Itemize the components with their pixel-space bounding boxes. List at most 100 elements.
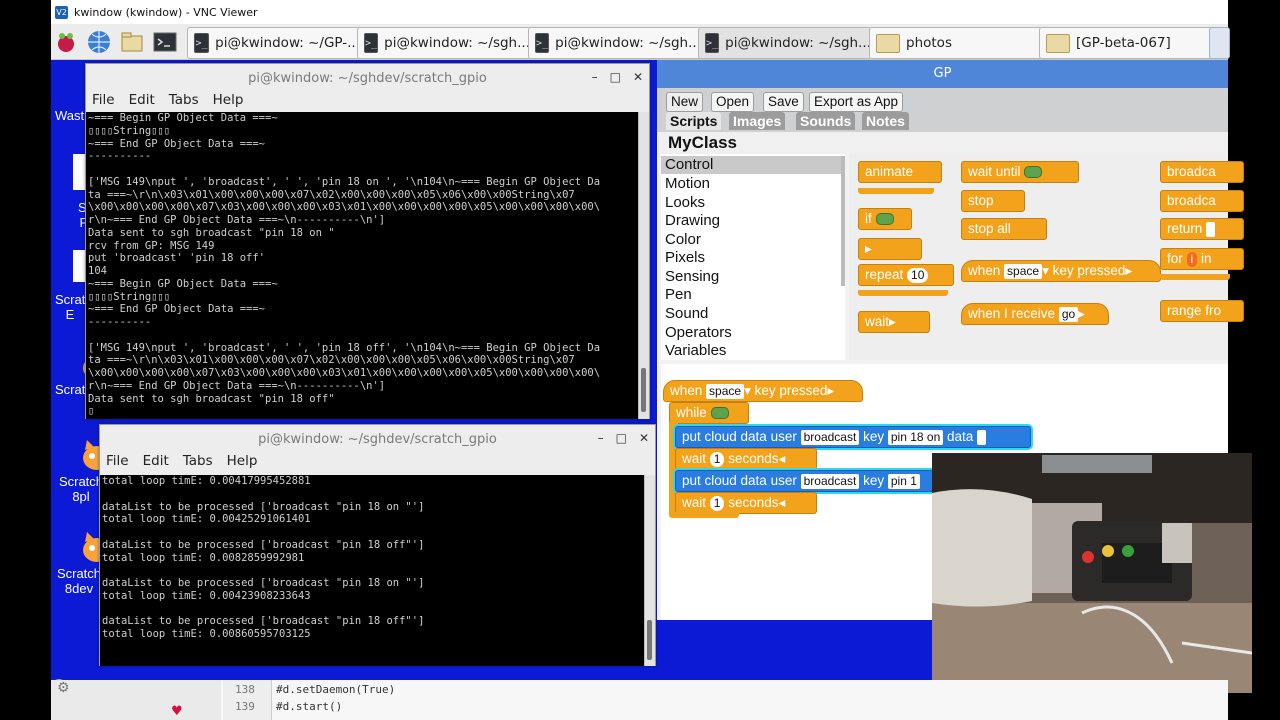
block-range[interactable]: range fro (1160, 300, 1244, 322)
script-wait-2[interactable]: wait 1 seconds◂ (675, 492, 817, 514)
menu-tabs[interactable]: Tabs (183, 453, 213, 475)
task-photos[interactable]: photos (869, 27, 1043, 59)
terminal-launcher-icon[interactable] (152, 29, 178, 55)
task-terminal-4[interactable]: >_ pi@kwindow: ~/sgh... (698, 27, 872, 59)
menu-help[interactable]: Help (213, 92, 244, 114)
user-input[interactable]: broadcast (800, 473, 860, 489)
key-input[interactable]: pin 18 on (887, 429, 944, 445)
block-label: wait (865, 314, 890, 329)
menu-edit[interactable]: Edit (143, 453, 169, 475)
tab-sounds[interactable]: Sounds (796, 112, 856, 130)
menu-help[interactable]: Help (227, 453, 258, 475)
block-broadcast[interactable]: broadca (1160, 161, 1244, 183)
seconds-input[interactable]: 1 (709, 451, 725, 467)
for-variable[interactable]: i (1186, 251, 1198, 267)
desktop-label[interactable]: Wast (55, 108, 84, 123)
menu-edit[interactable]: Edit (129, 92, 155, 114)
data-input[interactable] (977, 429, 987, 445)
category-sensing[interactable]: Sensing (661, 268, 843, 286)
task-label: [GP-beta-067] (1076, 35, 1171, 51)
menu-tabs[interactable]: Tabs (169, 92, 199, 114)
category-variables[interactable]: Variables (661, 342, 843, 360)
close-icon[interactable]: ✕ (639, 431, 649, 445)
block-if[interactable]: if (858, 208, 912, 230)
task-gp-beta[interactable]: [GP-beta-067] (1039, 27, 1213, 59)
terminal-output[interactable]: total loop timE: 0.00417995452881 dataLi… (100, 475, 647, 666)
block-stop-all[interactable]: stop all (961, 218, 1047, 240)
block-wait[interactable]: wait▸ (858, 311, 930, 333)
minimize-icon[interactable]: – (598, 431, 604, 445)
gear-icon[interactable]: ⚙ (57, 680, 70, 696)
script-when-key-pressed[interactable]: when space ▾ key pressed▸ (663, 380, 863, 402)
open-button[interactable]: Open (711, 92, 755, 112)
toggle-icon (1024, 166, 1043, 179)
tab-notes[interactable]: Notes (862, 112, 909, 130)
category-motion[interactable]: Motion (661, 175, 843, 193)
block-stop[interactable]: stop (961, 190, 1025, 212)
scrollbar[interactable] (644, 475, 655, 666)
seconds-input[interactable]: 1 (709, 495, 725, 511)
key-dropdown[interactable]: space (1004, 263, 1043, 279)
close-icon[interactable]: ✕ (633, 70, 643, 84)
desktop-label[interactable]: Scrat (55, 382, 85, 397)
category-looks[interactable]: Looks (661, 194, 843, 212)
script-while[interactable]: while (669, 402, 749, 424)
block-label: broadca (1167, 164, 1216, 179)
raspberry-menu-icon[interactable] (53, 29, 79, 55)
script-put-cloud-data-2[interactable]: put cloud data user broadcast key pin 1 (675, 470, 951, 492)
desktop-label[interactable]: Scrat E (55, 292, 85, 322)
repeat-count[interactable]: 10 (907, 267, 929, 283)
export-app-button[interactable]: Export as App (809, 92, 904, 112)
category-pixels[interactable]: Pixels (661, 249, 843, 267)
key-dropdown[interactable]: space (706, 383, 745, 399)
return-slot[interactable] (1206, 221, 1216, 237)
heart-icon[interactable]: ♥ (171, 704, 183, 719)
key-input[interactable]: pin 1 (887, 473, 920, 489)
minimize-icon[interactable]: – (592, 70, 598, 84)
save-button[interactable]: Save (763, 92, 804, 112)
task-overflow[interactable] (1209, 27, 1230, 59)
tab-images[interactable]: Images (729, 112, 786, 130)
block-when-key-pressed[interactable]: when space ▾ key pressed▸ (961, 260, 1161, 282)
block-repeat[interactable]: repeat 10 (858, 264, 954, 286)
category-sound[interactable]: Sound (661, 305, 843, 323)
code-line[interactable]: #d.start() (276, 700, 342, 713)
web-browser-icon[interactable] (86, 29, 112, 55)
scrollbar-thumb[interactable] (641, 368, 646, 412)
maximize-icon[interactable]: □ (616, 431, 627, 445)
category-drawing[interactable]: Drawing (661, 212, 843, 230)
menu-file[interactable]: File (92, 92, 115, 114)
message-input[interactable]: go (1058, 306, 1079, 322)
file-manager-icon[interactable] (119, 29, 145, 55)
block-wait-until[interactable]: wait until (961, 161, 1079, 183)
maximize-icon[interactable]: □ (610, 70, 621, 84)
scrollbar[interactable] (638, 112, 649, 419)
block-when-i-receive[interactable]: when I receive go ▸ (961, 303, 1109, 325)
category-control[interactable]: Control (661, 156, 843, 174)
code-line[interactable]: #d.setDaemon(True) (276, 683, 395, 696)
new-button[interactable]: New (666, 92, 704, 112)
scrollbar-thumb[interactable] (647, 620, 652, 660)
category-scrollbar[interactable] (841, 156, 845, 286)
block-animate[interactable]: animate (858, 161, 942, 183)
task-terminal-1[interactable]: >_ pi@kwindow: ~/GP-... (187, 27, 361, 59)
menubar: File Edit Tabs Help (100, 453, 655, 475)
user-input[interactable]: broadcast (800, 429, 860, 445)
script-wait-1[interactable]: wait 1 seconds◂ (675, 448, 817, 470)
category-color[interactable]: Color (661, 231, 843, 249)
category-pen[interactable]: Pen (661, 286, 843, 304)
block-return[interactable]: return (1160, 218, 1244, 240)
block-broadcast-wait[interactable]: broadca (1160, 190, 1244, 212)
task-terminal-3[interactable]: >_ pi@kwindow: ~/sgh... (528, 27, 702, 59)
script-put-cloud-data-1[interactable]: put cloud data user broadcast key pin 18… (675, 426, 1031, 448)
category-operators[interactable]: Operators (661, 324, 843, 342)
terminal-output[interactable]: ~=== Begin GP Object Data ===~ ▯▯▯▯String… (86, 112, 641, 419)
block-else[interactable]: ▸ (858, 238, 922, 260)
tab-scripts[interactable]: Scripts (666, 112, 722, 130)
terminal-line: ~=== Begin GP Object Data ===~ (88, 112, 278, 124)
menu-file[interactable]: File (106, 453, 129, 475)
block-for[interactable]: for i in (1160, 248, 1244, 270)
task-terminal-2[interactable]: >_ pi@kwindow: ~/sgh... (357, 27, 531, 59)
